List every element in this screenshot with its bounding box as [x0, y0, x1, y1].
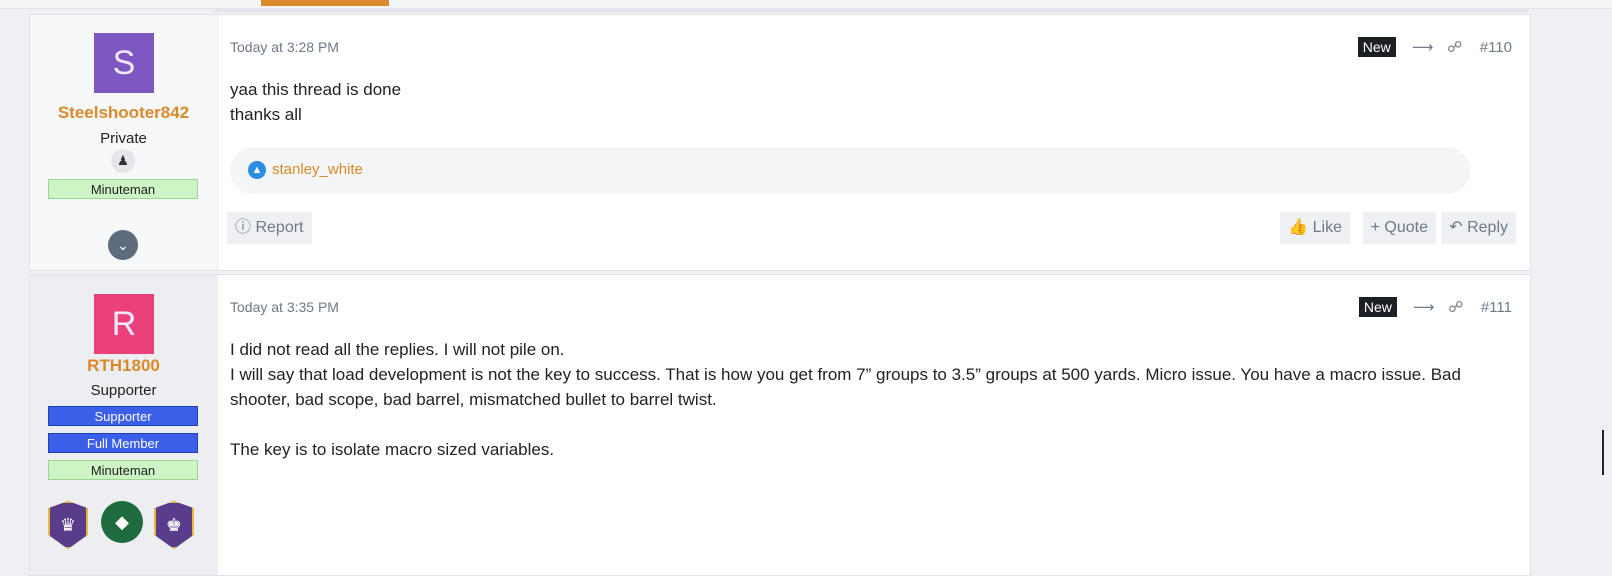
info-icon: ⓘ: [235, 219, 252, 236]
share-icon[interactable]: ⟶: [1413, 298, 1435, 316]
new-badge: New: [1358, 297, 1397, 317]
scrollbar-thumb[interactable]: [1602, 430, 1604, 475]
user-info-column: S Steelshooter842 Private ♟ Minuteman ⌄: [30, 15, 218, 270]
bulldog-trophy-icon[interactable]: ♛: [48, 501, 88, 549]
user-banner-minuteman: Minuteman: [48, 179, 198, 199]
post-110: S Steelshooter842 Private ♟ Minuteman ⌄ …: [29, 14, 1531, 271]
username[interactable]: RTH1800: [30, 356, 217, 376]
reaction-user-link[interactable]: stanley_white: [272, 161, 363, 178]
avatar[interactable]: S: [94, 33, 154, 93]
post-number[interactable]: #111: [1481, 299, 1512, 316]
post-tools: New ⟶ ☍ #111: [1358, 297, 1512, 317]
quote-button[interactable]: + Quote: [1362, 212, 1436, 244]
quote-label: Quote: [1384, 219, 1428, 236]
divider: [214, 8, 1528, 12]
post-body-line: I did not read all the replies. I will n…: [230, 340, 565, 359]
user-banner-supporter: Supporter: [48, 406, 198, 426]
bookmark-icon[interactable]: ☍: [1446, 38, 1464, 56]
post-body-line: I will say that load development is not …: [230, 365, 1461, 409]
report-label: Report: [255, 219, 304, 236]
post-number[interactable]: #110: [1480, 39, 1512, 56]
thumbs-up-icon: ▲: [248, 161, 266, 179]
post-date[interactable]: Today at 3:35 PM: [230, 299, 339, 315]
user-banner-full-member: Full Member: [48, 433, 198, 453]
post-body-spacer: [230, 412, 1470, 437]
share-icon[interactable]: ⟶: [1412, 38, 1434, 56]
cup-trophy-icon[interactable]: ♚: [154, 501, 194, 549]
report-button[interactable]: ⓘ Report: [227, 212, 312, 244]
post-body-line: yaa this thread is done: [230, 80, 402, 99]
user-title: Supporter: [90, 382, 157, 399]
user-banner-minuteman: Minuteman: [48, 460, 198, 480]
bookmark-icon[interactable]: ☍: [1447, 298, 1465, 316]
post-tools: New ⟶ ☍ #110: [1357, 37, 1512, 57]
like-label: Like: [1312, 219, 1342, 236]
new-badge: New: [1357, 37, 1396, 57]
chevron-down-icon[interactable]: ⌄: [108, 230, 138, 260]
like-button[interactable]: 👍 Like: [1280, 212, 1350, 244]
user-info-column: R RTH1800 Supporter Supporter Full Membe…: [30, 275, 218, 575]
post-body: yaa this thread is done thanks all: [230, 77, 1470, 127]
diamond-trophy-icon[interactable]: ◆: [101, 501, 143, 543]
reply-button[interactable]: ↶ Reply: [1441, 212, 1516, 244]
post-body-line: thanks all: [230, 105, 302, 124]
active-tab-indicator: [261, 0, 389, 6]
user-tie-icon: ♟: [111, 149, 135, 173]
post-body: I did not read all the replies. I will n…: [230, 337, 1470, 462]
reactions-bar: ▲ stanley_white: [230, 147, 1470, 194]
post-body-line: The key is to isolate macro sized variab…: [230, 440, 555, 459]
username[interactable]: Steelshooter842: [30, 103, 217, 123]
post-main: Today at 3:35 PM New ⟶ ☍ #111 I did not …: [230, 275, 1530, 575]
thumbs-up-icon: 👍: [1288, 219, 1309, 236]
reply-label: Reply: [1467, 219, 1508, 236]
post-111: R RTH1800 Supporter Supporter Full Membe…: [29, 274, 1531, 576]
user-title: Private: [100, 130, 147, 147]
reply-arrow-icon: ↶: [1449, 219, 1463, 236]
plus-icon: +: [1370, 219, 1380, 236]
post-date[interactable]: Today at 3:28 PM: [230, 39, 339, 55]
avatar[interactable]: R: [94, 294, 154, 354]
post-actions: ⓘ Report 👍 Like + Quote ↶ Reply: [227, 212, 1516, 244]
post-main: Today at 3:28 PM New ⟶ ☍ #110 yaa this t…: [227, 15, 1530, 270]
top-nav-strip: [0, 0, 1612, 12]
